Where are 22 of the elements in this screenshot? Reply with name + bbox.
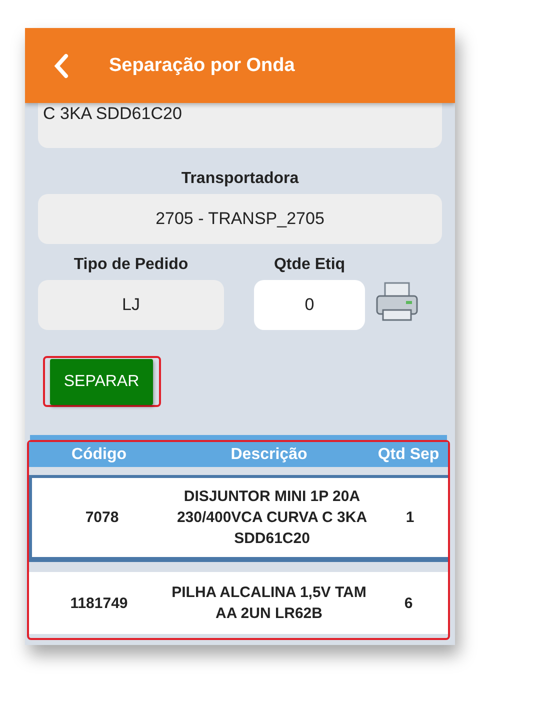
table-cell-text: PILHA ALCALINA 1,5V TAM AA 2UN LR62B [170,583,368,624]
description-field[interactable]: C 3KA SDD61C20 [38,103,442,148]
field-label: Transportadora [180,170,300,188]
column-header: Descrição [230,446,308,464]
column-header: Código [70,446,128,464]
separate-button[interactable]: SEPARAR [50,358,153,404]
column-header: Qtd Sep [376,446,440,464]
screen-title: Separação por Onda [109,54,295,76]
table-cell-text: 1181749 [69,594,129,614]
field-label: Tipo de Pedido [72,256,190,274]
label-quantity-field[interactable]: 0 [254,280,365,330]
field-label: Qtde Etiq [272,256,346,274]
carrier-field[interactable]: 2705 - TRANSP_2705 [38,194,442,244]
back-icon[interactable] [53,52,69,78]
table-cell-text: DISJUNTOR MINI 1P 20A 230/400VCA CURVA C 3KA SDD61C20 [176,487,368,549]
order-type-field[interactable]: LJ [38,280,224,330]
table-row[interactable]: 1181749 PILHA ALCALINA 1,5V TAM AA 2UN LR62B 6 [29,572,448,634]
table-cell-text: 7078 [84,508,120,528]
table-cell-text: 6 [403,594,414,614]
table-cell-text: 1 [404,508,416,528]
printer-icon[interactable] [375,282,419,324]
table-row[interactable]: 7078 DISJUNTOR MINI 1P 20A 230/400VCA CURVA C 3KA SDD61C20 1 [29,475,448,562]
